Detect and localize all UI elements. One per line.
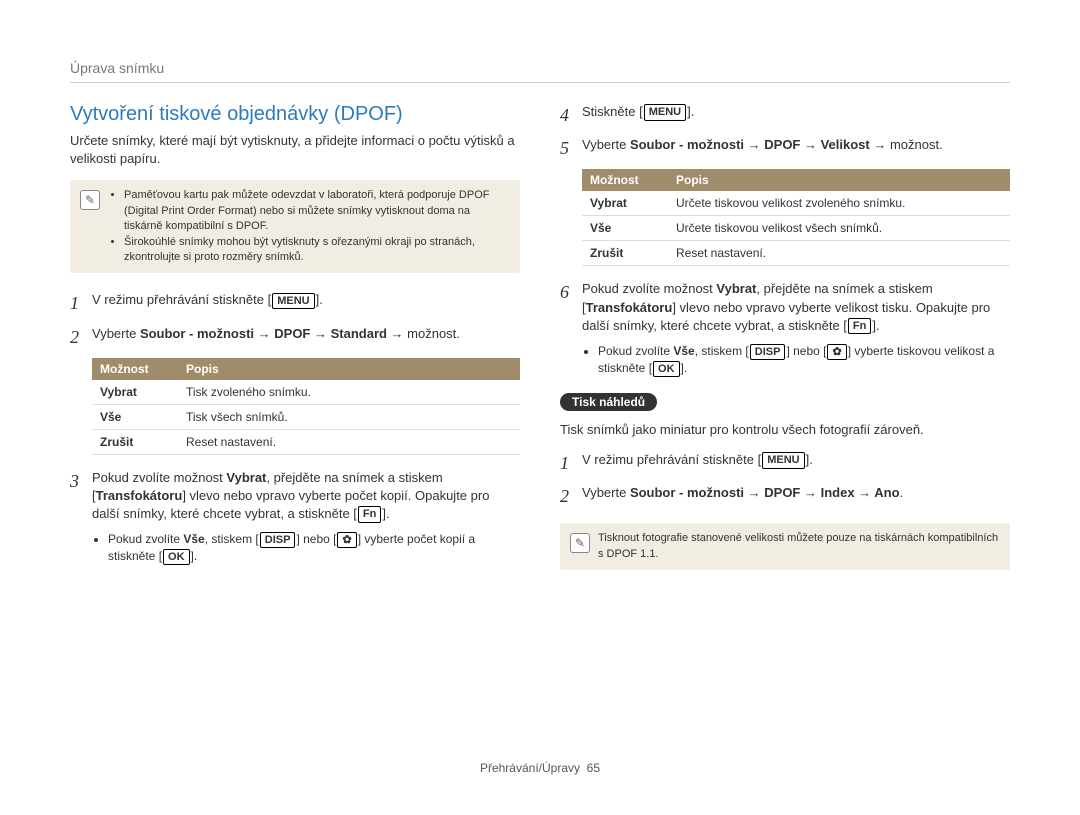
sub-bullet: Pokud zvolíte Vše, stiskem [DISP] nebo [… [582,343,1010,377]
step-2: 2 Vyberte Soubor - možnosti → DPOF → Sta… [70,325,520,350]
left-column: Vytvoření tiskové objednávky (DPOF) Urče… [70,103,520,751]
menu-button-icon: MENU [272,293,314,309]
fn-button-icon: Fn [848,318,871,334]
bullet-item: Pokud zvolíte Vše, stiskem [DISP] nebo [… [108,531,520,565]
ok-button-icon: OK [163,549,190,565]
table-row: VšeUrčete tiskovou velikost všech snímků… [582,216,1010,241]
sub-bullet: Pokud zvolíte Vše, stiskem [DISP] nebo [… [92,531,520,565]
note-icon: ✎ [80,190,100,210]
step-number: 2 [70,325,92,350]
right-column: 4 Stiskněte [MENU]. 5 Vyberte Soubor - m… [560,103,1010,751]
step-body: V režimu přehrávání stiskněte [MENU]. [582,451,1010,476]
disp-button-icon: DISP [750,344,786,360]
note-icon: ✎ [570,533,590,553]
step-body: Pokud zvolíte možnost Vybrat, přejděte n… [582,280,1010,335]
bullet-item: Pokud zvolíte Vše, stiskem [DISP] nebo [… [598,343,1010,377]
step-number: 4 [560,103,582,128]
step-number: 6 [560,280,582,335]
footer-label: Přehrávání/Úpravy [480,761,580,775]
section-title: Vytvoření tiskové objednávky (DPOF) [70,103,520,126]
note-list: Paměťovou kartu pak můžete odevzdat v la… [108,188,510,265]
table-header-option: Možnost [582,169,668,191]
step-body: Vyberte Soubor - možnosti → DPOF → Stand… [92,325,520,350]
intro-text: Určete snímky, které mají být vytisknuty… [70,132,520,168]
table-row: ZrušitReset nastavení. [92,429,520,454]
table-row: ZrušitReset nastavení. [582,241,1010,266]
menu-button-icon: MENU [762,452,804,468]
step-5: 5 Vyberte Soubor - možnosti → DPOF → Vel… [560,136,1010,161]
table-row: VybratTisk zvoleného snímku. [92,380,520,405]
step-body: Vyberte Soubor - možnosti → DPOF → Velik… [582,136,1010,161]
table-header-desc: Popis [668,169,1010,191]
table-header-desc: Popis [178,358,520,380]
step-body: Stiskněte [MENU]. [582,103,1010,128]
subsection-text: Tisk snímků jako miniatur pro kontrolu v… [560,421,1010,439]
table-row: VybratUrčete tiskovou velikost zvoleného… [582,191,1010,216]
step-body: Pokud zvolíte možnost Vybrat, přejděte n… [92,469,520,524]
ok-button-icon: OK [653,361,680,377]
step-3: 3 Pokud zvolíte možnost Vybrat, přejděte… [70,469,520,524]
step-number: 2 [560,484,582,509]
note-item: Širokoúhlé snímky mohou být vytisknuty s… [124,235,510,266]
step-number: 1 [560,451,582,476]
step-1: 1 V režimu přehrávání stiskněte [MENU]. [70,291,520,316]
step-body: V režimu přehrávání stiskněte [MENU]. [92,291,520,316]
page-number: 65 [587,761,600,775]
step-number: 3 [70,469,92,524]
manual-page: Úprava snímku Vytvoření tiskové objednáv… [0,0,1080,815]
table-header-option: Možnost [92,358,178,380]
index-step-1: 1 V režimu přehrávání stiskněte [MENU]. [560,451,1010,476]
step-body: Vyberte Soubor - možnosti → DPOF → Index… [582,484,1010,509]
macro-button-icon: ✿ [827,344,846,360]
index-step-2: 2 Vyberte Soubor - možnosti → DPOF → Ind… [560,484,1010,509]
note-box: ✎ Paměťovou kartu pak můžete odevzdat v … [70,180,520,273]
disp-button-icon: DISP [260,532,296,548]
options-table: Možnost Popis VybratUrčete tiskovou veli… [582,169,1010,266]
page-header: Úprava snímku [70,60,1010,83]
step-number: 1 [70,291,92,316]
macro-button-icon: ✿ [337,532,356,548]
table-row: VšeTisk všech snímků. [92,404,520,429]
subsection-title: Tisk náhledů [560,393,657,411]
options-table: Možnost Popis VybratTisk zvoleného snímk… [92,358,520,455]
step-4: 4 Stiskněte [MENU]. [560,103,1010,128]
step-number: 5 [560,136,582,161]
note-box: ✎ Tisknout fotografie stanovené velikost… [560,523,1010,570]
note-text: Tisknout fotografie stanovené velikosti … [598,531,1000,562]
note-item: Paměťovou kartu pak můžete odevzdat v la… [124,188,510,234]
menu-button-icon: MENU [644,104,686,120]
fn-button-icon: Fn [358,506,381,522]
content-columns: Vytvoření tiskové objednávky (DPOF) Urče… [70,103,1010,751]
page-footer: Přehrávání/Úpravy 65 [70,761,1010,775]
step-6: 6 Pokud zvolíte možnost Vybrat, přejděte… [560,280,1010,335]
